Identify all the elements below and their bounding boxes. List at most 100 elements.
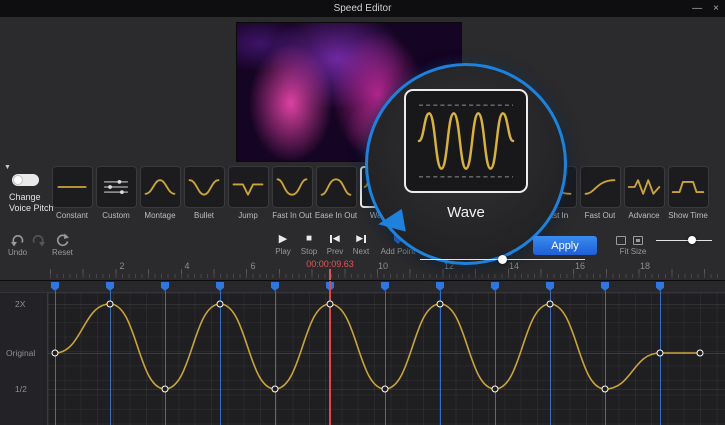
preset-label: Fast Out [585,211,616,220]
preset-item-fast-out[interactable]: Fast Out [578,166,622,220]
level-line-original [48,353,725,354]
prev-icon: ◀ [330,232,339,245]
bullet-curve-icon [187,174,221,200]
redo-icon [31,233,46,247]
preset-label: Ease In Out [315,211,357,220]
zoom-slider-knob[interactable] [688,236,696,244]
curve-point[interactable] [492,386,499,393]
prev-button[interactable]: ◀ Prev [324,232,346,256]
preset-item-bullet[interactable]: Bullet [182,166,226,220]
advance-curve-icon [627,174,661,200]
keyframe-line [275,291,276,425]
preset-item-custom[interactable]: Custom [94,166,138,220]
preset-label: Fast In Out [272,211,312,220]
preset-label: Montage [144,211,175,220]
curve-point[interactable] [217,301,224,308]
play-icon: ▶ [279,232,287,245]
preset-thumbnail [668,166,709,208]
reset-button[interactable]: Reset [52,233,73,257]
fit-size-icon[interactable] [633,236,643,245]
preset-thumbnail [228,166,269,208]
slider-knob[interactable] [498,255,507,264]
preset-thumbnail [96,166,137,208]
callout-preset-card [404,89,528,193]
playhead-tick[interactable] [329,269,331,280]
preset-item-show-time[interactable]: Show Time [666,166,710,220]
titlebar: Speed Editor — × [0,0,725,17]
keyframe-line [550,291,551,425]
preset-thumbnail [580,166,621,208]
wave-callout: Wave [365,63,567,265]
current-time-label: 00:00:09.63 [303,259,357,269]
timeline-ruler[interactable]: 2 4 6 8 10 12 14 16 18 00:00:09.63 [0,258,725,280]
axis-label-2x: 2X [15,299,25,309]
keyframe-line [55,291,56,425]
preset-thumbnail [52,166,93,208]
curve-point[interactable] [437,301,444,308]
speed-curve-editor[interactable]: 2X Original 1/2 [0,280,725,425]
preset-item-montage[interactable]: Montage [138,166,182,220]
curve-point[interactable] [272,386,279,393]
stop-button[interactable]: ■ Stop [298,232,320,256]
reset-icon [55,233,70,247]
play-button[interactable]: ▶ Play [272,232,294,256]
preset-thumbnail [140,166,181,208]
keyframe-line [385,291,386,425]
apply-button[interactable]: Apply [533,236,597,255]
curve-point[interactable] [162,386,169,393]
ruler-number: 4 [184,261,189,271]
fast-in-out-curve-icon [275,174,309,200]
curve-grid [48,293,725,425]
preset-thumbnail [624,166,665,208]
fit-size-label: Fit Size [606,247,660,256]
axis-column [0,293,48,425]
callout-wave-curve-icon [412,97,520,185]
zoom-slider[interactable] [656,236,712,245]
keyframe-line [495,291,496,425]
curve-point[interactable] [52,350,59,357]
fit-size-icons [616,236,643,245]
preset-item-ease-in-out[interactable]: Ease In Out [314,166,358,220]
keyframe-line [110,291,111,425]
curve-point[interactable] [657,350,664,357]
preset-label: Show Time [668,211,708,220]
curve-point[interactable] [107,301,114,308]
zoom-slider-track [656,240,712,241]
preset-label: Custom [102,211,130,220]
close-icon[interactable]: × [713,0,719,17]
undo-button[interactable]: Undo [8,233,27,257]
jump-curve-icon [231,174,265,200]
fit-width-icon[interactable] [616,236,626,245]
preset-label: Jump [238,211,258,220]
preset-item-constant[interactable]: Constant [50,166,94,220]
toggle-knob [13,175,23,185]
timeline-slider[interactable] [420,255,585,264]
preset-thumbnail [272,166,313,208]
axis-label-original: Original [6,348,35,358]
axis-label-half: 1/2 [15,384,27,394]
ruler-number: 2 [119,261,124,271]
curve-point[interactable] [547,301,554,308]
preset-item-fast-in-out[interactable]: Fast In Out [270,166,314,220]
callout-label: Wave [365,204,567,221]
keyframe-line [165,291,166,425]
preset-item-advance[interactable]: Advance [622,166,666,220]
level-line-2x [48,304,725,305]
curve-point[interactable] [697,350,704,357]
undo-icon [10,233,25,247]
ruler-minor-ticks [50,274,720,278]
preset-label: Bullet [194,211,214,220]
ease-in-out-curve-icon [319,174,353,200]
custom-sliders-icon [99,174,133,200]
curve-point[interactable] [602,386,609,393]
preset-item-jump[interactable]: Jump [226,166,270,220]
preset-label: Advance [628,211,659,220]
preset-thumbnail [184,166,225,208]
collapse-arrow-icon[interactable]: ▼ [4,164,11,171]
voice-pitch-toggle[interactable] [12,174,39,186]
keyframe-line [660,291,661,425]
redo-button[interactable] [31,233,46,248]
curve-point[interactable] [327,301,334,308]
curve-point[interactable] [382,386,389,393]
minimize-icon[interactable]: — [692,0,702,17]
